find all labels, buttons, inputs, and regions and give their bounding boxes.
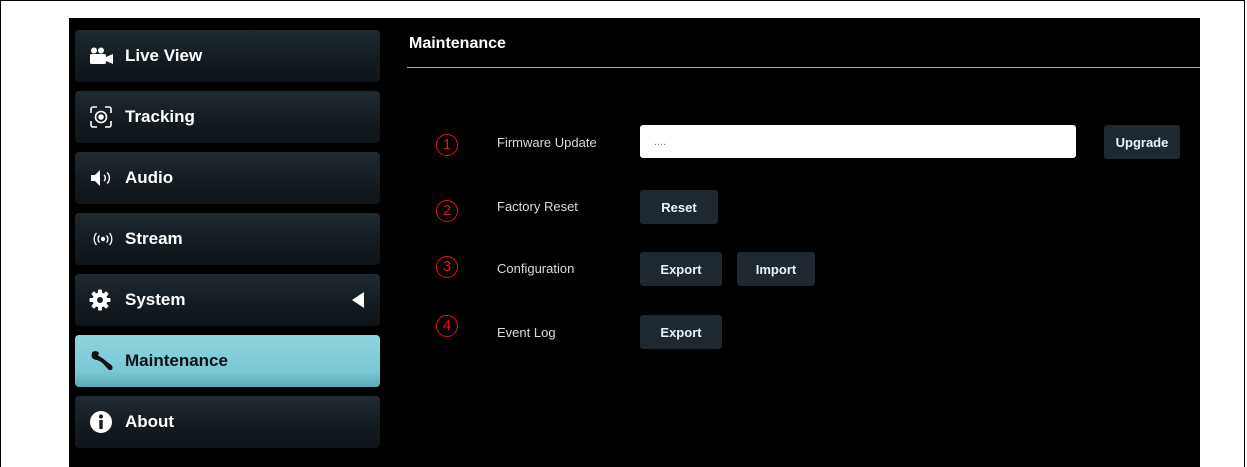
web-ui: Live View Tracking Audio Stream System M… — [69, 18, 1200, 467]
reset-button[interactable]: Reset — [640, 190, 718, 224]
broadcast-icon — [89, 227, 117, 251]
triangle-left-icon[interactable] — [352, 292, 364, 308]
sidebar-item-label: About — [125, 412, 175, 431]
event-log-label: Event Log — [497, 325, 556, 340]
sidebar-item-label: Stream — [125, 229, 183, 248]
annotation-number-4: 4 — [436, 315, 458, 337]
wrench-icon — [89, 349, 117, 373]
annotation-number-3: 3 — [436, 256, 458, 278]
info-icon — [89, 410, 117, 434]
sidebar-item-about[interactable]: About — [75, 396, 380, 448]
sidebar-item-audio[interactable]: Audio — [75, 152, 380, 204]
video-camera-icon — [89, 44, 117, 68]
sidebar-item-label: Tracking — [125, 107, 195, 126]
configuration-label: Configuration — [497, 261, 575, 276]
sidebar-item-label: System — [125, 290, 186, 309]
configuration-import-button[interactable]: Import — [737, 252, 815, 286]
annotation-number-1: 1 — [436, 134, 458, 156]
firmware-update-label: Firmware Update — [497, 135, 597, 150]
tracking-target-icon — [89, 105, 117, 129]
event-log-export-button[interactable]: Export — [640, 315, 722, 349]
sidebar-item-tracking[interactable]: Tracking — [75, 91, 380, 143]
sidebar-item-maintenance[interactable]: Maintenance — [75, 335, 380, 387]
sidebar-item-label: Live View — [125, 46, 203, 65]
title-divider — [407, 67, 1200, 68]
sidebar-item-live-view[interactable]: Live View — [75, 30, 380, 82]
speaker-icon — [89, 166, 117, 190]
sidebar-item-label: Audio — [125, 168, 174, 187]
page-title: Maintenance — [409, 35, 506, 52]
sidebar: Live View Tracking Audio Stream System M… — [69, 18, 381, 467]
sidebar-item-system[interactable]: System — [75, 274, 380, 326]
factory-reset-label: Factory Reset — [497, 199, 578, 214]
configuration-export-button[interactable]: Export — [640, 252, 722, 286]
gear-icon — [89, 288, 117, 312]
upgrade-button[interactable]: Upgrade — [1104, 125, 1180, 159]
sidebar-item-label: Maintenance — [125, 351, 228, 370]
main-content: Maintenance 1 Firmware Update Upgrade 2 … — [407, 18, 1200, 467]
annotation-number-2: 2 — [436, 200, 458, 222]
sidebar-item-stream[interactable]: Stream — [75, 213, 380, 265]
firmware-file-input[interactable] — [640, 125, 1076, 158]
